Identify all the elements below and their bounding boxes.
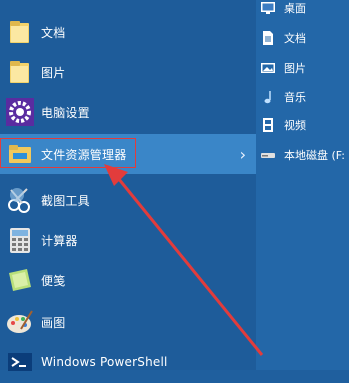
chevron-right-icon[interactable]: › [240,145,246,164]
scissors-icon [3,183,37,217]
menu-item-label: 画图 [41,315,66,330]
menu-item-label: 图片 [41,65,66,80]
jump-list-item-local-disk[interactable]: 本地磁盘 (F: [256,144,349,166]
menu-item-pictures[interactable]: 图片 [0,52,256,92]
gear-icon [3,95,37,129]
jump-list-item-music[interactable]: 音乐 [256,86,349,108]
drive-icon [260,147,276,163]
document-icon [260,30,276,46]
picture-icon [260,60,276,76]
music-icon [260,89,276,105]
jump-list-item-videos[interactable]: 视频 [256,114,349,136]
menu-item-pc-settings[interactable]: 电脑设置 [0,92,256,132]
jump-list-label: 图片 [284,62,306,75]
menu-item-snipping-tool[interactable]: 截图工具 [0,180,256,220]
jump-list-label: 文档 [284,32,306,45]
menu-item-windows-powershell[interactable]: Windows PowerShell [0,342,256,382]
menu-item-label: 电脑设置 [41,105,90,120]
paint-palette-icon [3,305,37,339]
menu-item-sticky-notes[interactable]: 便笺 [0,260,256,300]
menu-item-calculator[interactable]: 计算器 [0,220,256,260]
jump-list-label: 本地磁盘 (F: [284,149,345,162]
menu-item-label: 截图工具 [41,193,90,208]
jump-list-label: 桌面 [284,2,306,15]
video-icon [260,117,276,133]
jump-list-label: 视频 [284,119,306,132]
jump-list-label: 音乐 [284,91,306,104]
menu-item-paint[interactable]: 画图 [0,302,256,342]
jump-list-item-desktop[interactable]: 桌面 [256,0,349,19]
jump-list-item-documents[interactable]: 文档 [256,27,349,49]
jump-list-item-pictures[interactable]: 图片 [256,57,349,79]
menu-item-label: 文档 [41,25,66,40]
folder-icon [3,15,37,49]
menu-item-documents[interactable]: 文档 [0,12,256,52]
folder-icon [3,55,37,89]
calculator-icon [3,223,37,257]
sticky-notes-icon [3,263,37,297]
jump-list-panel [256,0,349,370]
desktop-icon [260,0,276,16]
menu-item-label: 计算器 [41,233,78,248]
menu-item-label: Windows PowerShell [41,355,168,369]
annotation-highlight-box [0,138,136,168]
menu-item-label: 便笺 [41,273,66,288]
powershell-icon [3,345,37,379]
